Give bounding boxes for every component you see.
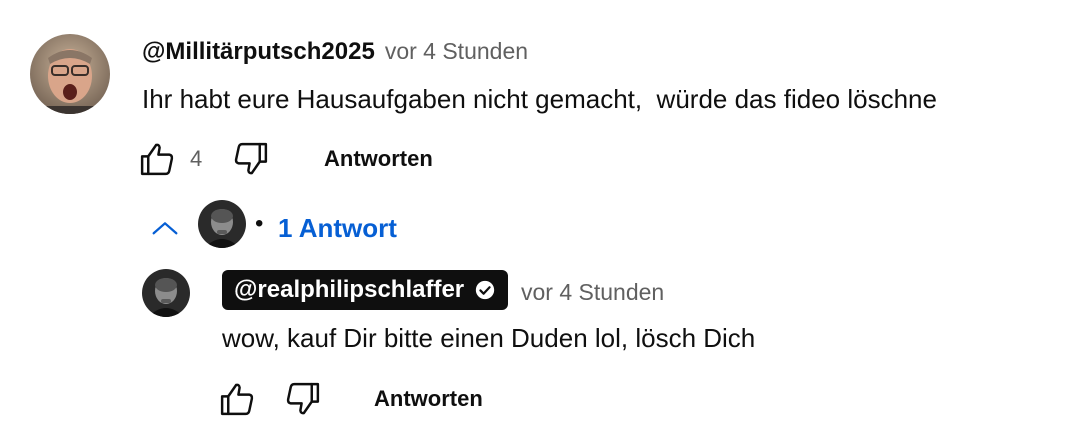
thumbs-up-icon: [220, 383, 254, 416]
reply-author-avatar[interactable]: [142, 269, 190, 317]
reply-author-badge[interactable]: @realphilipschlaffer: [222, 270, 509, 310]
chevron-up-icon: [152, 222, 178, 235]
reply-reply-button[interactable]: Antworten: [374, 386, 483, 412]
thumbs-up-icon: [140, 143, 174, 176]
reply-preview-avatar: [198, 200, 246, 248]
comment-header: @Millitärputsch2025 vor 4 Stunden: [142, 38, 528, 66]
replies-count-label[interactable]: 1 Antwort: [278, 213, 397, 244]
comment-author-avatar[interactable]: [30, 34, 110, 114]
reply-like-button[interactable]: [216, 378, 258, 420]
replies-separator: •: [255, 210, 264, 237]
like-count: 4: [190, 146, 203, 171]
reply-dislike-button[interactable]: [282, 378, 324, 420]
dislike-button[interactable]: [230, 138, 272, 180]
comment-author-name[interactable]: @Millitärputsch2025: [142, 38, 375, 66]
verified-check-icon: [475, 280, 495, 300]
thumbs-down-icon: [286, 382, 320, 415]
thumbs-down-icon: [234, 142, 268, 175]
reply-text: wow, kauf Dir bitte einen Duden lol, lös…: [222, 323, 756, 353]
reply-timestamp[interactable]: vor 4 Stunden: [521, 279, 664, 306]
like-button[interactable]: [136, 138, 178, 180]
replies-toggle[interactable]: • 1 Antwort: [148, 200, 418, 250]
comment-timestamp[interactable]: vor 4 Stunden: [385, 38, 528, 65]
comment-thread: @Millitärputsch2025 vor 4 Stunden Ihr ha…: [0, 0, 1078, 434]
reply-button[interactable]: Antworten: [324, 146, 433, 172]
reply-author-name: @realphilipschlaffer: [234, 276, 465, 303]
comment-text: Ihr habt eure Hausaufgaben nicht gemacht…: [142, 84, 937, 114]
